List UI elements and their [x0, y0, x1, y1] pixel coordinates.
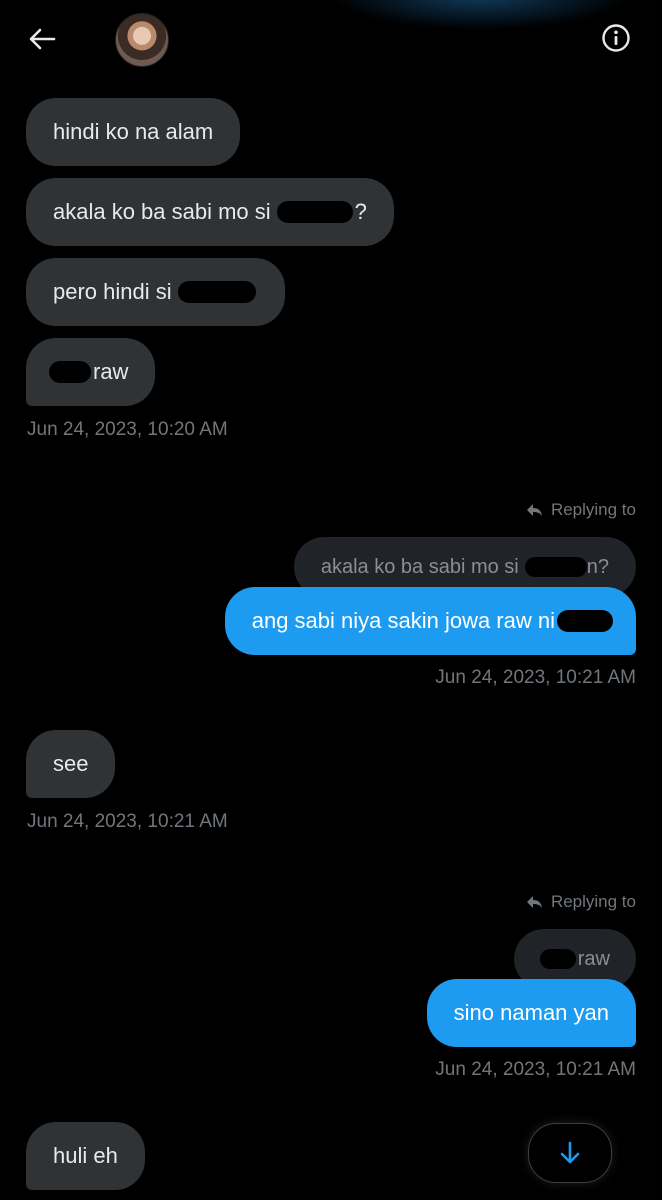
- redaction-mark: [524, 557, 587, 577]
- message-timestamp: Jun 24, 2023, 10:20 AM: [27, 419, 228, 440]
- quoted-text: akala ko ba sabi mo si: [320, 556, 519, 578]
- redaction-mark: [49, 361, 91, 383]
- message-text: hindi ko na alam: [53, 119, 214, 144]
- replying-to-label: Replying to: [525, 500, 636, 520]
- message-timestamp: Jun 24, 2023, 10:21 AM: [435, 667, 636, 688]
- arrow-left-icon: [29, 28, 56, 50]
- info-button[interactable]: [598, 20, 634, 56]
- redaction-mark: [276, 201, 353, 223]
- info-icon: [602, 24, 630, 52]
- quoted-text: raw: [577, 948, 610, 970]
- quoted-text: n?: [586, 556, 609, 578]
- arrow-down-icon: [560, 1141, 580, 1164]
- replying-to-label: Replying to: [525, 892, 636, 912]
- message-text: pero hindi si: [53, 279, 172, 304]
- message-timestamp: Jun 24, 2023, 10:21 AM: [27, 811, 228, 832]
- message-text: akala ko ba sabi mo si: [53, 199, 271, 224]
- replying-to-text: Replying to: [550, 500, 636, 519]
- message-bubble[interactable]: ang sabi niya sakin jowa raw ni: [224, 587, 636, 655]
- redaction-mark: [539, 949, 576, 969]
- redaction-mark: [177, 281, 256, 303]
- message-bubble[interactable]: hindi ko na alam: [26, 98, 241, 166]
- message-bubble[interactable]: huli eh: [26, 1122, 145, 1190]
- conversation-header: [0, 0, 662, 80]
- avatar[interactable]: [115, 13, 169, 67]
- back-button[interactable]: [24, 22, 60, 56]
- message-bubble[interactable]: see: [26, 730, 116, 798]
- message-bubble[interactable]: raw: [26, 338, 156, 406]
- reply-icon: [526, 896, 542, 908]
- message-text: huli eh: [53, 1143, 118, 1168]
- message-text: ?: [354, 199, 367, 224]
- message-text: see: [53, 751, 89, 776]
- message-bubble[interactable]: sino naman yan: [426, 979, 636, 1047]
- replying-to-text: Replying to: [550, 892, 636, 911]
- message-timestamp: Jun 24, 2023, 10:21 AM: [435, 1059, 636, 1080]
- message-text: raw: [93, 359, 129, 384]
- message-text: sino naman yan: [453, 1000, 609, 1025]
- reply-icon: [526, 504, 542, 516]
- scroll-to-bottom-button[interactable]: [528, 1123, 612, 1183]
- message-bubble[interactable]: pero hindi si: [26, 258, 285, 326]
- message-text: ang sabi niya sakin jowa raw ni: [251, 608, 555, 633]
- message-bubble[interactable]: akala ko ba sabi mo si ?: [26, 178, 394, 246]
- redaction-mark: [557, 610, 613, 632]
